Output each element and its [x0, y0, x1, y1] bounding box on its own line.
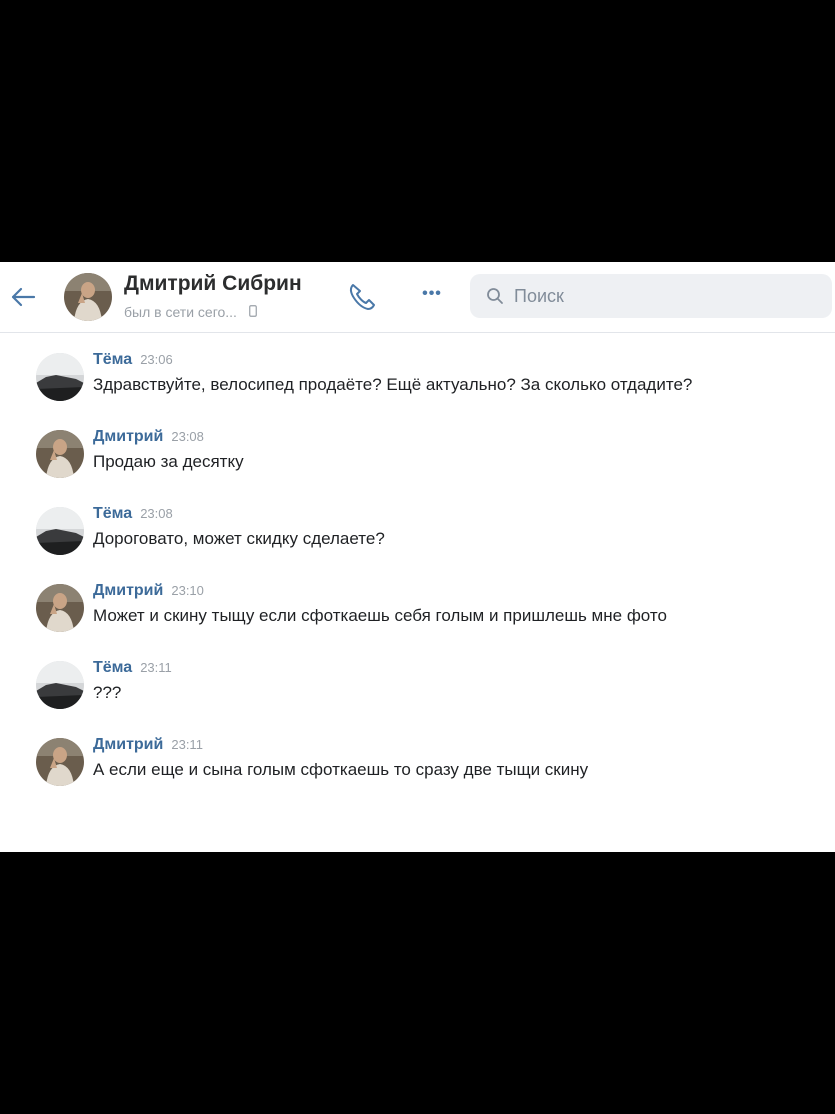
message-author[interactable]: Тёма: [93, 351, 132, 368]
message-time: 23:08: [171, 429, 204, 444]
message-header: Дмитрий 23:08: [93, 428, 204, 446]
message: Тёма 23:11 ???: [0, 658, 835, 735]
message: Дмитрий 23:10 Может и скину тыщу если сфо…: [0, 581, 835, 658]
contact-avatar[interactable]: [64, 273, 112, 321]
message-header: Дмитрий 23:11: [93, 736, 203, 754]
arrow-left-icon: [11, 287, 36, 307]
message-time: 23:11: [140, 660, 172, 675]
message-time: 23:08: [140, 506, 173, 521]
message-text: Продаю за десятку: [93, 452, 244, 471]
search-icon: [487, 288, 503, 304]
avatar-landscape[interactable]: [36, 661, 84, 709]
message-header: Тёма 23:11: [93, 659, 172, 677]
more-button[interactable]: •••: [412, 282, 452, 306]
message: Дмитрий 23:08 Продаю за десятку: [0, 427, 835, 504]
contact-name[interactable]: Дмитрий Сибрин: [124, 272, 302, 296]
call-button[interactable]: [344, 279, 380, 315]
search-input[interactable]: [512, 284, 816, 308]
avatar-person[interactable]: [36, 430, 84, 478]
message-author[interactable]: Тёма: [93, 505, 132, 522]
avatar-person[interactable]: [36, 584, 84, 632]
message-text: Здравствуйте, велосипед продаёте? Ещё ак…: [93, 375, 693, 394]
avatar-landscape[interactable]: [36, 353, 84, 401]
message-header: Дмитрий 23:10: [93, 582, 204, 600]
message-author[interactable]: Тёма: [93, 659, 132, 676]
message-author[interactable]: Дмитрий: [93, 736, 163, 753]
avatar-person[interactable]: [36, 738, 84, 786]
message-time: 23:10: [171, 583, 204, 598]
message: Тёма 23:08 Дороговато, может скидку сдела…: [0, 504, 835, 581]
phone-icon: [349, 284, 375, 310]
message-text: Дороговато, может скидку сделаете?: [93, 529, 385, 548]
message-header: Тёма 23:06: [93, 351, 173, 369]
avatar-landscape[interactable]: [36, 507, 84, 555]
message-author[interactable]: Дмитрий: [93, 428, 163, 445]
message-time: 23:11: [171, 737, 203, 752]
message-text: Может и скину тыщу если сфоткаешь себя г…: [93, 606, 667, 625]
message-text: А если еще и сына голым сфоткаешь то сра…: [93, 760, 589, 779]
chat-header: Дмитрий Сибрин был в сети сего... •••: [0, 262, 835, 333]
message: Тёма 23:06 Здравствуйте, велосипед продаё…: [0, 350, 835, 427]
message-time: 23:06: [140, 352, 173, 367]
message-header: Тёма 23:08: [93, 505, 173, 523]
status-text: был в сети сего...: [124, 304, 237, 320]
message-text: ???: [93, 683, 122, 702]
contact-status: был в сети сего...: [124, 304, 257, 320]
chat-window: Дмитрий Сибрин был в сети сего... ••• По…: [0, 262, 835, 852]
message-list: Тёма 23:06 Здравствуйте, велосипед продаё…: [0, 350, 835, 812]
message-author[interactable]: Дмитрий: [93, 582, 163, 599]
mobile-icon: [249, 304, 257, 320]
message: Дмитрий 23:11 А если еще и сына голым сфо…: [0, 735, 835, 812]
back-button[interactable]: [6, 282, 40, 312]
search-box[interactable]: [470, 274, 832, 318]
